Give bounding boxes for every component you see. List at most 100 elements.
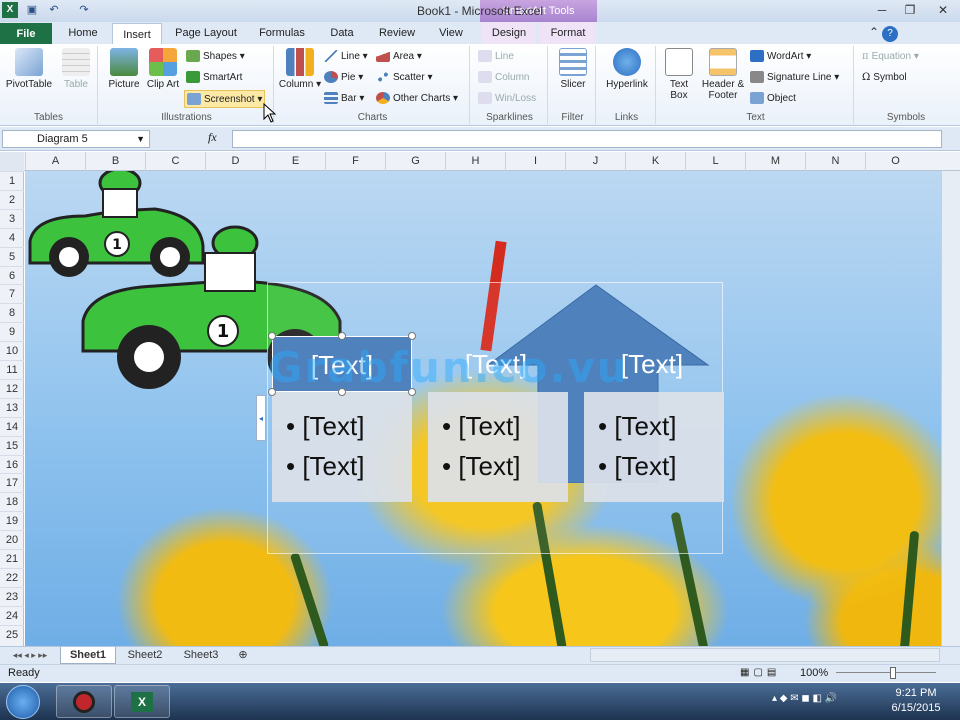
sparkline-line-button[interactable]: Line <box>478 48 514 66</box>
tab-format[interactable]: Format <box>540 22 596 44</box>
row-header-6[interactable]: 6 <box>0 265 24 285</box>
line-chart-button[interactable]: Line ▾ <box>324 48 368 66</box>
smartart-button[interactable]: SmartArt <box>186 69 242 87</box>
row-header-22[interactable]: 22 <box>0 567 24 587</box>
row-header-7[interactable]: 7 <box>0 284 24 303</box>
symbol-button[interactable]: Ω Symbol <box>862 69 907 87</box>
column-chart-button[interactable]: Column ▾ <box>278 48 322 90</box>
smartart-body-3[interactable]: • [Text] • [Text] <box>584 392 724 502</box>
row-header-8[interactable]: 8 <box>0 303 24 322</box>
column-header-m[interactable]: M <box>745 152 805 171</box>
horizontal-scrollbar[interactable] <box>590 648 940 662</box>
row-header-15[interactable]: 15 <box>0 435 24 455</box>
column-header-c[interactable]: C <box>145 152 205 171</box>
pivottable-button[interactable]: PivotTable <box>4 48 54 90</box>
row-header-3[interactable]: 3 <box>0 208 24 228</box>
column-header-g[interactable]: G <box>385 152 445 171</box>
resize-handle[interactable] <box>338 332 346 340</box>
scatter-chart-button[interactable]: Scatter ▾ <box>376 69 433 87</box>
row-header-4[interactable]: 4 <box>0 227 24 247</box>
vertical-scrollbar[interactable] <box>941 171 960 646</box>
picture-button[interactable]: Picture <box>104 48 144 90</box>
clock-time[interactable]: 9:21 PM <box>876 687 956 699</box>
row-header-13[interactable]: 13 <box>0 397 24 417</box>
bar-chart-button[interactable]: Bar ▾ <box>324 90 364 108</box>
tab-home[interactable]: Home <box>58 22 108 44</box>
clock-date[interactable]: 6/15/2015 <box>876 702 956 714</box>
sparkline-column-button[interactable]: Column <box>478 69 529 87</box>
row-header-12[interactable]: 12 <box>0 378 24 398</box>
column-header-k[interactable]: K <box>625 152 685 171</box>
tab-design[interactable]: Design <box>482 22 536 44</box>
signature-line-button[interactable]: Signature Line ▾ <box>750 69 839 87</box>
other-charts-button[interactable]: Other Charts ▾ <box>376 90 458 108</box>
row-header-9[interactable]: 9 <box>0 322 24 341</box>
resize-handle[interactable] <box>408 332 416 340</box>
column-header-j[interactable]: J <box>565 152 625 171</box>
shapes-button[interactable]: Shapes ▾ <box>186 48 245 66</box>
hyperlink-button[interactable]: Hyperlink <box>600 48 654 90</box>
tab-formulas[interactable]: Formulas <box>252 22 312 44</box>
zoom-level[interactable]: 100% <box>800 667 828 679</box>
column-header-h[interactable]: H <box>445 152 505 171</box>
row-header-14[interactable]: 14 <box>0 416 24 436</box>
sheet-tab-3[interactable]: Sheet3 <box>174 647 228 664</box>
text-box-button[interactable]: Text Box <box>660 48 698 101</box>
clip-art-button[interactable]: Clip Art <box>146 48 180 90</box>
tab-data[interactable]: Data <box>322 22 362 44</box>
column-header-f[interactable]: F <box>325 152 385 171</box>
row-header-23[interactable]: 23 <box>0 586 24 606</box>
smartart-diagram[interactable]: [Text] [Text] [Text] • [Text] • [Text] •… <box>256 282 724 554</box>
screenshot-button[interactable]: Screenshot ▾ <box>184 90 266 108</box>
sheet-tab-2[interactable]: Sheet2 <box>118 647 172 664</box>
row-header-20[interactable]: 20 <box>0 530 24 549</box>
row-header-16[interactable]: 16 <box>0 454 24 474</box>
column-header-l[interactable]: L <box>685 152 745 171</box>
wordart-button[interactable]: WordArt ▾ <box>750 48 811 66</box>
resize-handle[interactable] <box>268 332 276 340</box>
row-header-18[interactable]: 18 <box>0 492 24 511</box>
row-header-1[interactable]: 1 <box>0 171 24 190</box>
row-header-11[interactable]: 11 <box>0 360 24 379</box>
table-button[interactable]: Table <box>58 48 94 90</box>
minimize-icon[interactable]: ─ <box>868 0 896 20</box>
close-icon[interactable]: ✕ <box>928 0 958 20</box>
row-header-21[interactable]: 21 <box>0 549 24 568</box>
object-button[interactable]: Object <box>750 90 796 108</box>
row-header-19[interactable]: 19 <box>0 511 24 530</box>
restore-icon[interactable]: ❐ <box>896 0 924 20</box>
row-header-24[interactable]: 24 <box>0 605 24 625</box>
zoom-slider[interactable] <box>836 666 936 680</box>
column-header-d[interactable]: D <box>205 152 265 171</box>
row-header-25[interactable]: 25 <box>0 624 24 644</box>
formula-input[interactable] <box>232 130 942 148</box>
column-header-i[interactable]: I <box>505 152 565 171</box>
smartart-body-2[interactable]: • [Text] • [Text] <box>428 392 568 502</box>
column-header-n[interactable]: N <box>805 152 865 171</box>
equation-button[interactable]: π Equation ▾ <box>862 48 919 66</box>
row-header-2[interactable]: 2 <box>0 189 24 209</box>
header-footer-button[interactable]: Header & Footer <box>700 48 746 101</box>
insert-function-icon[interactable]: fx <box>208 130 217 145</box>
smartart-body-1[interactable]: • [Text] • [Text] <box>272 392 412 502</box>
column-header-o[interactable]: O <box>865 152 925 171</box>
windows-start-icon[interactable] <box>6 685 40 719</box>
sheet-nav-arrows[interactable]: ◂◂ ◂ ▸ ▸▸ <box>4 647 56 664</box>
row-header-5[interactable]: 5 <box>0 246 24 266</box>
area-chart-button[interactable]: Area ▾ <box>376 48 422 66</box>
pie-chart-button[interactable]: Pie ▾ <box>324 69 363 87</box>
select-all-corner[interactable] <box>0 152 24 171</box>
column-header-a[interactable]: A <box>25 152 85 171</box>
sparkline-winloss-button[interactable]: Win/Loss <box>478 90 536 108</box>
worksheet-area[interactable]: 1 1 [Text] [Text] [Text] • [Text] • [Tex… <box>25 171 941 646</box>
tab-insert[interactable]: Insert <box>112 23 162 45</box>
sheet-tab-1[interactable]: Sheet1 <box>60 647 116 664</box>
name-box[interactable]: Diagram 5 ▼ <box>2 130 150 148</box>
taskbar-excel-button[interactable]: X <box>114 685 170 718</box>
slicer-button[interactable]: Slicer <box>554 48 592 90</box>
insert-sheet-icon[interactable]: ⊕ <box>232 647 254 664</box>
tab-view[interactable]: View <box>430 22 472 44</box>
column-header-b[interactable]: B <box>85 152 145 171</box>
row-header-10[interactable]: 10 <box>0 341 24 360</box>
row-header-17[interactable]: 17 <box>0 473 24 492</box>
